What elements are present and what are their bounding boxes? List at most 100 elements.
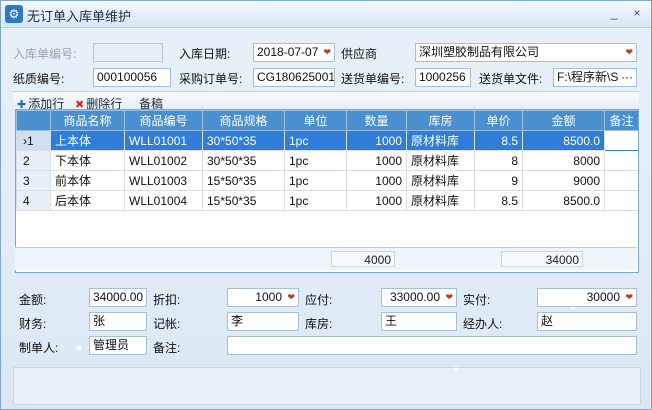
supplier-select[interactable]: 深圳塑胶制品有限公司 ❤ bbox=[415, 43, 637, 62]
bookkeeper-field[interactable]: 李 bbox=[227, 312, 299, 331]
paid-label: 实付: bbox=[463, 293, 491, 307]
cell-amount[interactable]: 8500.0 bbox=[522, 130, 605, 151]
finance-field[interactable]: 张 bbox=[89, 312, 147, 331]
paper-no-field[interactable]: 000100056 bbox=[93, 68, 171, 87]
table-row[interactable]: 4 后本体 WLL01004 15*50*35 1pc 1000 原材料库 8.… bbox=[16, 190, 638, 211]
cell-price[interactable]: 9 bbox=[474, 170, 523, 191]
cell-code[interactable]: WLL01001 bbox=[124, 130, 203, 151]
cell-note[interactable] bbox=[604, 130, 638, 151]
cell-unit[interactable]: 1pc bbox=[284, 130, 347, 151]
table-row[interactable]: 2 下本体 WLL01002 30*50*35 1pc 1000 原材料库 8 … bbox=[16, 150, 638, 171]
cell-code[interactable]: WLL01002 bbox=[124, 150, 203, 171]
window-title: 无订单入库单维护 bbox=[27, 9, 132, 24]
cell-store[interactable]: 原材料库 bbox=[406, 130, 475, 151]
payable-field[interactable]: 33000.00 ❤ bbox=[381, 288, 457, 307]
cell-name[interactable]: 后本体 bbox=[50, 190, 125, 211]
remark-label: 备注: bbox=[153, 341, 181, 355]
bookkeeper-label: 记帐: bbox=[153, 317, 181, 331]
cell-store[interactable]: 原材料库 bbox=[406, 170, 475, 191]
cell-qty[interactable]: 1000 bbox=[346, 150, 407, 171]
table-row[interactable]: ›1 上本体 WLL01001 30*50*35 1pc 1000 原材料库 8… bbox=[16, 130, 638, 151]
cell-amount[interactable]: 9000 bbox=[522, 170, 605, 191]
grid-summary-row: 4000 34000 bbox=[15, 247, 637, 270]
cell-code[interactable]: WLL01004 bbox=[124, 190, 203, 211]
cell-amount[interactable]: 8000 bbox=[522, 150, 605, 171]
cell-price[interactable]: 8.5 bbox=[474, 130, 523, 151]
app-icon: ⚙ bbox=[5, 5, 23, 23]
cell-spec[interactable]: 15*50*35 bbox=[202, 190, 285, 211]
payable-label: 应付: bbox=[305, 293, 333, 307]
col-header-amount[interactable]: 金额 bbox=[522, 110, 605, 131]
cell-store[interactable]: 原材料库 bbox=[406, 190, 475, 211]
chevron-down-icon[interactable]: ❤ bbox=[625, 44, 633, 61]
total-qty: 4000 bbox=[331, 251, 395, 267]
delivery-file-field[interactable]: F:\程序新\S ··· bbox=[553, 68, 637, 87]
warehouse-field[interactable]: 王 bbox=[381, 312, 457, 331]
row-header[interactable]: 2 bbox=[16, 150, 51, 171]
cell-note[interactable] bbox=[604, 190, 638, 211]
cell-unit[interactable]: 1pc bbox=[284, 170, 347, 191]
po-field[interactable]: CG180625001 bbox=[253, 68, 335, 87]
col-header-spec[interactable]: 商品规格 bbox=[202, 110, 285, 131]
date-picker[interactable]: 2018-07-07 ❤ bbox=[253, 43, 335, 62]
cell-note[interactable] bbox=[604, 170, 638, 191]
cell-spec[interactable]: 30*50*35 bbox=[202, 150, 285, 171]
col-header-note[interactable]: 备注 bbox=[604, 110, 638, 131]
col-header-qty[interactable]: 数量 bbox=[346, 110, 407, 131]
table-row[interactable]: 3 前本体 WLL01003 15*50*35 1pc 1000 原材料库 9 … bbox=[16, 170, 638, 191]
amount-label: 金额: bbox=[19, 293, 47, 307]
chevron-down-icon[interactable]: ❤ bbox=[323, 44, 331, 61]
cell-spec[interactable]: 15*50*35 bbox=[202, 170, 285, 191]
chevron-down-icon[interactable]: ❤ bbox=[445, 289, 453, 306]
row-header[interactable]: 3 bbox=[16, 170, 51, 191]
creator-field[interactable]: 管理员 bbox=[89, 336, 147, 355]
col-header-code[interactable]: 商品编号 bbox=[124, 110, 203, 131]
close-button[interactable]: × bbox=[629, 5, 645, 21]
cell-amount[interactable]: 8500.0 bbox=[522, 190, 605, 211]
delivery-no-field[interactable]: 1000256 bbox=[415, 68, 471, 87]
cell-qty[interactable]: 1000 bbox=[346, 130, 407, 151]
grid-header-row: 商品名称 商品编号 商品规格 单位 数量 库房 单价 金额 备注 bbox=[16, 110, 638, 131]
cell-note[interactable] bbox=[604, 150, 638, 171]
payable-value: 33000.00 bbox=[389, 290, 440, 304]
col-header-price[interactable]: 单价 bbox=[474, 110, 523, 131]
supplier-label: 供应商 bbox=[341, 47, 378, 61]
grid-toolbar: ✚ 添加行 ✖ 删除行 备稿 bbox=[13, 91, 639, 111]
total-amount: 34000 bbox=[501, 251, 583, 267]
warehouse-label: 库房: bbox=[305, 317, 333, 331]
amount-field[interactable]: 34000.00 bbox=[89, 288, 147, 307]
handler-field[interactable]: 赵 bbox=[537, 312, 637, 331]
cell-name[interactable]: 上本体 bbox=[50, 130, 125, 151]
minimize-button[interactable]: _ bbox=[606, 5, 622, 21]
cell-store[interactable]: 原材料库 bbox=[406, 150, 475, 171]
cell-price[interactable]: 8 bbox=[474, 150, 523, 171]
row-header[interactable]: 4 bbox=[16, 190, 51, 211]
cell-unit[interactable]: 1pc bbox=[284, 150, 347, 171]
col-header-store[interactable]: 库房 bbox=[406, 110, 475, 131]
row-header[interactable]: ›1 bbox=[16, 130, 51, 151]
col-header-unit[interactable]: 单位 bbox=[284, 110, 347, 131]
remark-field[interactable] bbox=[227, 336, 637, 355]
cell-qty[interactable]: 1000 bbox=[346, 190, 407, 211]
delivery-no-label: 送货单编号: bbox=[341, 72, 405, 86]
cell-spec[interactable]: 30*50*35 bbox=[202, 130, 285, 151]
row-header-corner bbox=[16, 110, 51, 131]
discount-field[interactable]: 1000 ❤ bbox=[227, 288, 299, 307]
col-header-name[interactable]: 商品名称 bbox=[50, 110, 125, 131]
discount-label: 折扣: bbox=[153, 293, 181, 307]
receipt-no-label: 入库单编号: bbox=[13, 47, 77, 61]
cell-unit[interactable]: 1pc bbox=[284, 190, 347, 211]
cell-code[interactable]: WLL01003 bbox=[124, 170, 203, 191]
cell-qty[interactable]: 1000 bbox=[346, 170, 407, 191]
browse-button[interactable]: ··· bbox=[621, 69, 633, 86]
chevron-down-icon[interactable]: ❤ bbox=[625, 289, 633, 306]
cell-price[interactable]: 8.5 bbox=[474, 190, 523, 211]
po-label: 采购订单号: bbox=[179, 72, 243, 86]
paid-field[interactable]: 30000 ❤ bbox=[537, 288, 637, 307]
date-label: 入库日期: bbox=[179, 47, 231, 61]
totals-form: 金额: 34000.00 折扣: 1000 ❤ 应付: 33000.00 ❤ 实… bbox=[1, 281, 651, 361]
finance-label: 财务: bbox=[19, 317, 47, 331]
chevron-down-icon[interactable]: ❤ bbox=[287, 289, 295, 306]
cell-name[interactable]: 前本体 bbox=[50, 170, 125, 191]
cell-name[interactable]: 下本体 bbox=[50, 150, 125, 171]
